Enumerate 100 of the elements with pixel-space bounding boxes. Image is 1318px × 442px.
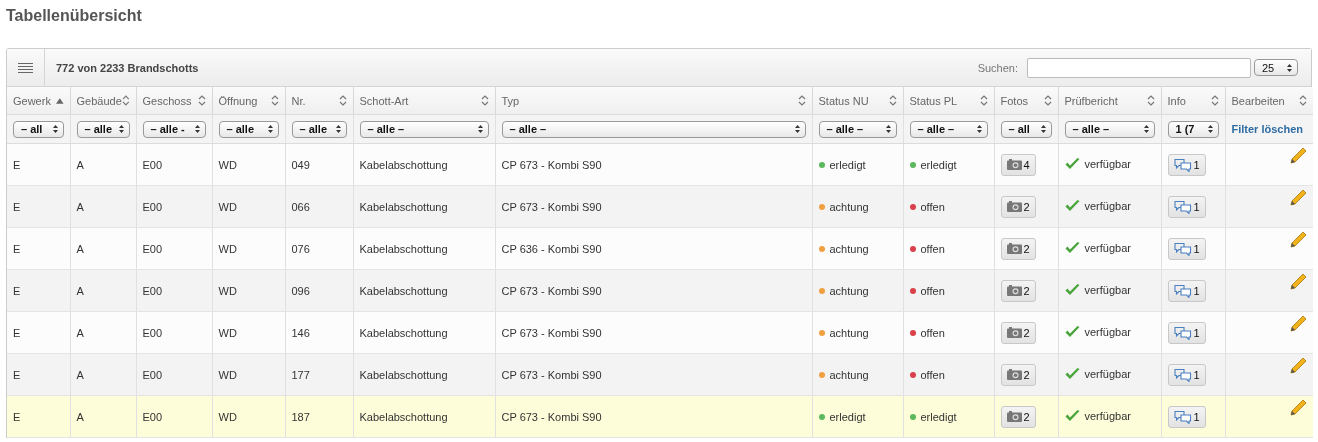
table-cell: CP 673 - Kombi S90: [501, 326, 602, 339]
table-cell: Kabelabschottung: [359, 200, 448, 213]
filter-select[interactable]: – alle: [218, 120, 279, 138]
camera-icon: [1006, 243, 1022, 254]
table-cell: CP 673 - Kombi S90: [501, 284, 602, 297]
column-header[interactable]: Fotos: [994, 87, 1058, 115]
checkmark-icon: [1064, 157, 1080, 170]
comments-button[interactable]: 1: [1167, 153, 1206, 176]
page-title: Tabellenübersicht: [6, 6, 143, 26]
table-cell: 187: [291, 410, 310, 423]
table-cell: CP 673 - Kombi S90: [501, 368, 602, 381]
column-header[interactable]: Typ: [495, 87, 812, 115]
status-text: erledigt: [829, 410, 866, 424]
page-size-select[interactable]: 25: [1254, 59, 1298, 76]
filter-select[interactable]: – all: [1000, 120, 1052, 138]
edit-button[interactable]: [1290, 147, 1307, 164]
comments-button[interactable]: 1: [1167, 279, 1206, 302]
table-cell: 066: [291, 200, 310, 213]
menu-icon: [18, 62, 33, 73]
edit-button[interactable]: [1290, 231, 1307, 248]
status-text: achtung: [829, 200, 869, 214]
dropdown-arrows-icon: [976, 125, 982, 133]
table-cell: 076: [291, 242, 310, 255]
table-cell: A: [76, 410, 84, 423]
status-text: achtung: [829, 284, 869, 298]
report-status: verfügbar: [1084, 198, 1131, 213]
table-row[interactable]: E A E00 WD 049 Kabelabschottung CP 673 - Kombi S90 erledigt erledigt 4 verfügbar 1: [7, 143, 1313, 186]
checkmark-icon: [1064, 367, 1080, 380]
column-header[interactable]: Nr.: [285, 87, 353, 115]
table-cell: Kabelabschottung: [359, 410, 448, 423]
photos-button[interactable]: 2: [1000, 405, 1036, 428]
column-header[interactable]: Schott-Art: [353, 87, 495, 115]
comments-button[interactable]: 1: [1167, 321, 1206, 344]
edit-button[interactable]: [1290, 315, 1307, 332]
table-cell: A: [76, 200, 84, 213]
table-row[interactable]: E A E00 WD 187 Kabelabschottung CP 673 - Kombi S90 erledigt erledigt 2 verfügbar 1: [7, 395, 1313, 438]
photos-button[interactable]: 2: [1000, 321, 1036, 344]
camera-icon: [1006, 411, 1022, 422]
column-header[interactable]: Bearbeiten: [1225, 87, 1313, 115]
column-header[interactable]: Geschoss: [136, 87, 212, 115]
table-cell: Kabelabschottung: [359, 326, 448, 339]
photos-button[interactable]: 2: [1000, 237, 1036, 260]
speech-bubbles-icon: [1173, 157, 1192, 172]
photos-button[interactable]: 2: [1000, 195, 1036, 218]
table-cell: E: [13, 326, 21, 339]
dropdown-arrows-icon: [267, 125, 273, 133]
table-row[interactable]: E A E00 WD 096 Kabelabschottung CP 673 - Kombi S90 achtung offen 2 verfügbar 1: [7, 269, 1313, 312]
status-text: achtung: [829, 368, 869, 382]
speech-bubbles-icon: [1173, 325, 1192, 340]
column-header[interactable]: Prüfbericht: [1058, 87, 1161, 115]
column-header[interactable]: Gewerk: [7, 87, 70, 115]
filter-select[interactable]: – alle –: [1064, 120, 1155, 138]
table-row[interactable]: E A E00 WD 076 Kabelabschottung CP 636 - Kombi S90 achtung offen 2 verfügbar 1: [7, 227, 1313, 270]
table-row[interactable]: E A E00 WD 177 Kabelabschottung CP 673 - Kombi S90 achtung offen 2 verfügbar 1: [7, 353, 1313, 396]
dropdown-arrows-icon: [52, 125, 58, 133]
table-row[interactable]: E A E00 WD 066 Kabelabschottung CP 673 - Kombi S90 achtung offen 2 verfügbar 1: [7, 185, 1313, 228]
pencil-icon: [1290, 189, 1307, 206]
table-cell: A: [76, 368, 84, 381]
table-cell: CP 673 - Kombi S90: [501, 410, 602, 423]
table-cell: E00: [142, 158, 163, 171]
table-row[interactable]: E A E00 WD 146 Kabelabschottung CP 673 - Kombi S90 achtung offen 2 verfügbar 1: [7, 311, 1313, 354]
filter-select[interactable]: – alle –: [818, 120, 897, 138]
column-header[interactable]: Status PL: [903, 87, 994, 115]
dropdown-arrows-icon: [118, 125, 124, 133]
photos-button[interactable]: 4: [1000, 153, 1036, 176]
status-text: offen: [920, 242, 945, 256]
photos-button[interactable]: 2: [1000, 279, 1036, 302]
comments-button[interactable]: 1: [1167, 237, 1206, 260]
filter-select[interactable]: – alle –: [909, 120, 988, 138]
column-header[interactable]: Gebäude: [70, 87, 136, 115]
report-status: verfügbar: [1084, 240, 1131, 255]
table-cell: E: [13, 284, 21, 297]
filter-select[interactable]: – alle –: [359, 120, 489, 138]
search-field[interactable]: [1027, 57, 1251, 78]
column-header[interactable]: Status NU: [812, 87, 903, 115]
comments-button[interactable]: 1: [1167, 195, 1206, 218]
camera-icon: [1006, 369, 1022, 380]
speech-bubbles-icon: [1173, 199, 1192, 214]
table-cell: WD: [218, 326, 237, 339]
filter-select[interactable]: – all: [13, 120, 64, 138]
comments-button[interactable]: 1: [1167, 363, 1206, 386]
edit-button[interactable]: [1290, 189, 1307, 206]
edit-button[interactable]: [1290, 273, 1307, 290]
filter-select[interactable]: – alle: [291, 120, 347, 138]
photos-button[interactable]: 2: [1000, 363, 1036, 386]
column-header[interactable]: Info: [1161, 87, 1225, 115]
filter-select[interactable]: 1 (7: [1167, 120, 1219, 138]
dropdown-arrows-icon: [1287, 63, 1292, 72]
search-label: Suchen:: [977, 61, 1018, 74]
pencil-icon: [1290, 315, 1307, 332]
filter-select[interactable]: – alle –: [501, 120, 806, 138]
column-header[interactable]: Öffnung: [212, 87, 285, 115]
table-cell: E: [13, 410, 21, 423]
edit-button[interactable]: [1290, 399, 1307, 416]
filter-select[interactable]: – alle -: [142, 120, 206, 138]
filter-select[interactable]: – alle: [76, 120, 130, 138]
comments-button[interactable]: 1: [1167, 405, 1206, 428]
edit-button[interactable]: [1290, 357, 1307, 374]
table-cell: Kabelabschottung: [359, 284, 448, 297]
report-status: verfügbar: [1084, 366, 1131, 381]
